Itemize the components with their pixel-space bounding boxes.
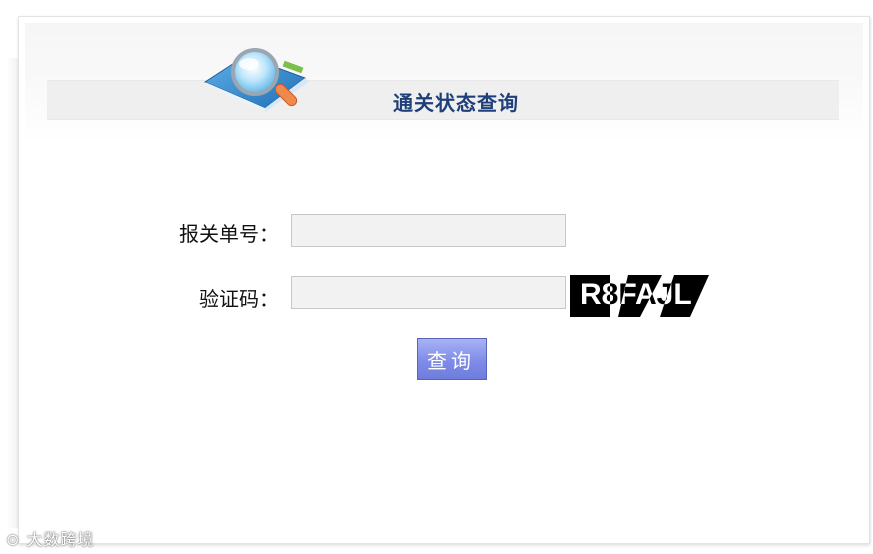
page: 通关状态查询 报关单号： 验证码： R8FAJL 查询 ⊙ 大数跨境 <box>0 0 873 554</box>
watermark: ⊙ 大数跨境 <box>6 526 95 550</box>
declaration-number-input[interactable] <box>291 214 566 247</box>
magnifier-book-icon <box>203 48 309 112</box>
query-button[interactable]: 查询 <box>417 338 487 380</box>
camera-icon: ⊙ <box>6 530 21 549</box>
query-panel: 通关状态查询 报关单号： 验证码： R8FAJL 查询 <box>18 16 870 544</box>
captcha-label: 验证码： <box>199 287 279 311</box>
captcha-input[interactable] <box>291 276 566 309</box>
page-title: 通关状态查询 <box>393 91 519 115</box>
watermark-text: 大数跨境 <box>26 530 95 549</box>
captcha-text: R8FAJL <box>580 278 692 311</box>
captcha-image[interactable]: R8FAJL <box>570 273 709 317</box>
declaration-number-label: 报关单号： <box>179 222 279 246</box>
